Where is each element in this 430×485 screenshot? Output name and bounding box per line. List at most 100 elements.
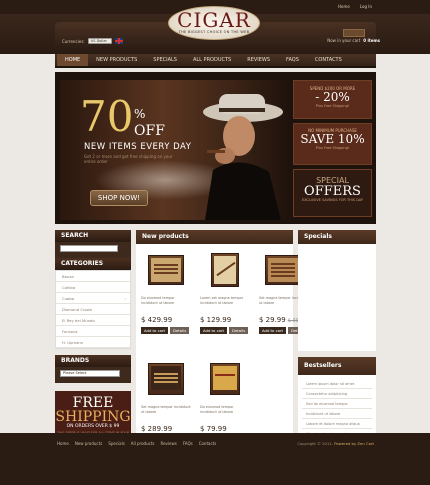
cart-count[interactable]: 0 items: [363, 38, 380, 43]
bestseller-item[interactable]: Lorem ipsum dolor sit amet: [302, 379, 372, 389]
search-title: SEARCH: [55, 230, 131, 242]
promo-column: SPEND $200 OR MORE - 20% Plus Free Shipp…: [293, 80, 372, 220]
product-price: $ 79.99: [200, 425, 227, 433]
add-to-cart-button[interactable]: Add to cart: [200, 327, 228, 334]
product-price: $ 429.99: [141, 316, 173, 324]
currency-selector: Currencies: US Dollar: [62, 38, 123, 44]
promo-10[interactable]: NO MINIMUM PURCHASE SAVE 10% Plus Free S…: [293, 123, 372, 165]
footer: Home New products Specials All products …: [0, 433, 430, 485]
hero-percent: 70: [80, 92, 134, 141]
category-label: H. Upmann: [62, 340, 84, 345]
chevron-right-icon: ›: [124, 296, 126, 301]
logo-subtitle: THE BIGGEST CHOICE ON THE WEB: [178, 30, 250, 34]
nav-faqs[interactable]: FAQS: [278, 54, 307, 66]
promo-tiny: Plus Free Shipping!: [315, 104, 350, 108]
search-box: [55, 242, 131, 258]
right-sidebar: Specials Bestsellers Lorem ipsum dolor s…: [298, 230, 376, 453]
brands-title: BRANDS: [55, 355, 131, 367]
nav-specials[interactable]: SPECIALS: [145, 54, 185, 66]
product-price: $ 129.99: [200, 316, 232, 324]
bestseller-item[interactable]: Incididunt ut labore: [302, 409, 372, 419]
login-link[interactable]: Log In: [360, 4, 372, 9]
bestseller-item[interactable]: Labore et dolore magna aliqua: [302, 419, 372, 429]
top-links: Home Log In: [338, 4, 372, 9]
copyright-text: Copyright © 2011.: [297, 441, 333, 446]
cigar-box-icon: [211, 253, 239, 287]
category-item[interactable]: El Rey del Mundo: [56, 315, 130, 326]
hero-new-items: NEW ITEMS EVERY DAY: [84, 142, 192, 152]
category-item[interactable]: Fonseca: [56, 326, 130, 337]
promo-20[interactable]: SPEND $200 OR MORE - 20% Plus Free Shipp…: [293, 80, 372, 119]
promo-offers: OFFERS: [304, 184, 361, 199]
category-item[interactable]: Bauza: [56, 271, 130, 282]
hero-subtext: Get 2 or more and get free shipping on y…: [84, 154, 173, 164]
product-image[interactable]: [141, 359, 191, 399]
product-desc[interactable]: Do eiusmod tempor incididunt ut labore: [141, 296, 191, 312]
hero-banner: 70 % OFF NEW ITEMS EVERY DAY Get 2 or mo…: [55, 72, 376, 224]
nav-contacts[interactable]: CONTACTS: [307, 54, 350, 66]
product-desc[interactable]: Lorem set magna tempor incididunt ut lab…: [200, 296, 250, 312]
nav-new-products[interactable]: NEW PRODUCTS: [88, 54, 145, 66]
category-item[interactable]: Diamond Crown: [56, 304, 130, 315]
details-button[interactable]: Details: [229, 327, 249, 334]
new-products-section: New products Do eiusmod tempor incididun…: [136, 230, 309, 464]
promo-special-offers[interactable]: SPECIAL OFFERS EXCLUSIVE SAVINGS FOR THI…: [293, 169, 372, 217]
product-image[interactable]: [200, 359, 250, 399]
product-desc[interactable]: Set magna tempor incididunt ut labore: [141, 405, 191, 421]
footer-link[interactable]: Specials: [108, 441, 125, 446]
nav-reviews[interactable]: REVIEWS: [239, 54, 278, 66]
shop-now-button[interactable]: SHOP NOW!: [90, 190, 148, 206]
add-to-cart-button[interactable]: Add to cart: [141, 327, 169, 334]
specials-box: [298, 244, 376, 351]
category-label: Cohiba: [62, 285, 76, 290]
search-input[interactable]: [60, 245, 118, 252]
powered-by-link[interactable]: Powered by Zen Cart: [334, 441, 374, 446]
home-link[interactable]: Home: [338, 4, 350, 9]
footer-link[interactable]: Reviews: [160, 441, 176, 446]
product-grid: Do eiusmod tempor incididunt ut labore $…: [136, 244, 309, 464]
cigar-box-icon: [148, 255, 184, 285]
bestseller-item[interactable]: Consectetur adipisicing: [302, 389, 372, 399]
footer-link[interactable]: Contacts: [199, 441, 217, 446]
copyright: Copyright © 2011. Powered by Zen Cart: [297, 441, 374, 446]
product-image[interactable]: [200, 250, 250, 290]
category-label: Bauza: [62, 274, 74, 279]
category-item[interactable]: Cohiba: [56, 282, 130, 293]
hero-off: OFF: [134, 123, 165, 139]
product-desc[interactable]: Do eiusmod tempor incididunt ut labore: [200, 405, 250, 421]
uk-flag-icon[interactable]: [114, 38, 123, 44]
cart-text: Now in your cart: [327, 38, 361, 43]
main-nav: HOME NEW PRODUCTS SPECIALS ALL PRODUCTS …: [55, 54, 376, 68]
categories-title: CATEGORIES: [55, 258, 131, 270]
hero-percent-sign: %: [134, 107, 146, 121]
footer-link[interactable]: All products: [131, 441, 155, 446]
bestseller-item[interactable]: Sed do eiusmod tempor: [302, 399, 372, 409]
free-text: FREE: [72, 395, 114, 411]
footer-link[interactable]: New products: [75, 441, 102, 446]
add-to-cart-button[interactable]: Add to cart: [259, 327, 287, 334]
footer-link[interactable]: FAQs: [183, 441, 193, 446]
promo-big: - 20%: [315, 90, 350, 104]
shipping-text: SHIPPING: [55, 409, 131, 425]
cart-box-icon: [343, 29, 365, 37]
brands-select[interactable]: Please Select: [60, 370, 120, 377]
details-button[interactable]: Details: [170, 327, 190, 334]
new-products-title: New products: [136, 230, 293, 244]
promo-tiny: EXCLUSIVE SAVINGS FOR THIS DAY: [302, 198, 363, 202]
site-logo[interactable]: CIGAR THE BIGGEST CHOICE ON THE WEB: [168, 6, 260, 40]
category-item[interactable]: H. Upmann: [56, 337, 130, 348]
product-image[interactable]: [141, 250, 191, 290]
category-label: Fonseca: [62, 329, 78, 334]
currency-select[interactable]: US Dollar: [87, 38, 112, 44]
brands-box: Please Select: [55, 367, 131, 383]
man-smoking-image: [203, 94, 283, 220]
cigar-box-icon: [210, 363, 240, 395]
nav-home[interactable]: HOME: [57, 54, 89, 66]
product-card: Lorem set magna tempor incididunt ut lab…: [200, 250, 250, 349]
cigar-box-icon: [148, 363, 184, 395]
nav-all-products[interactable]: ALL PRODUCTS: [185, 54, 239, 66]
cart-summary[interactable]: Now in your cart 0 items: [327, 38, 380, 43]
left-sidebar: SEARCH CATEGORIES Bauza Cohiba Cuaba › Di…: [55, 230, 131, 444]
category-item[interactable]: Cuaba ›: [56, 293, 130, 304]
footer-link[interactable]: Home: [57, 441, 69, 446]
